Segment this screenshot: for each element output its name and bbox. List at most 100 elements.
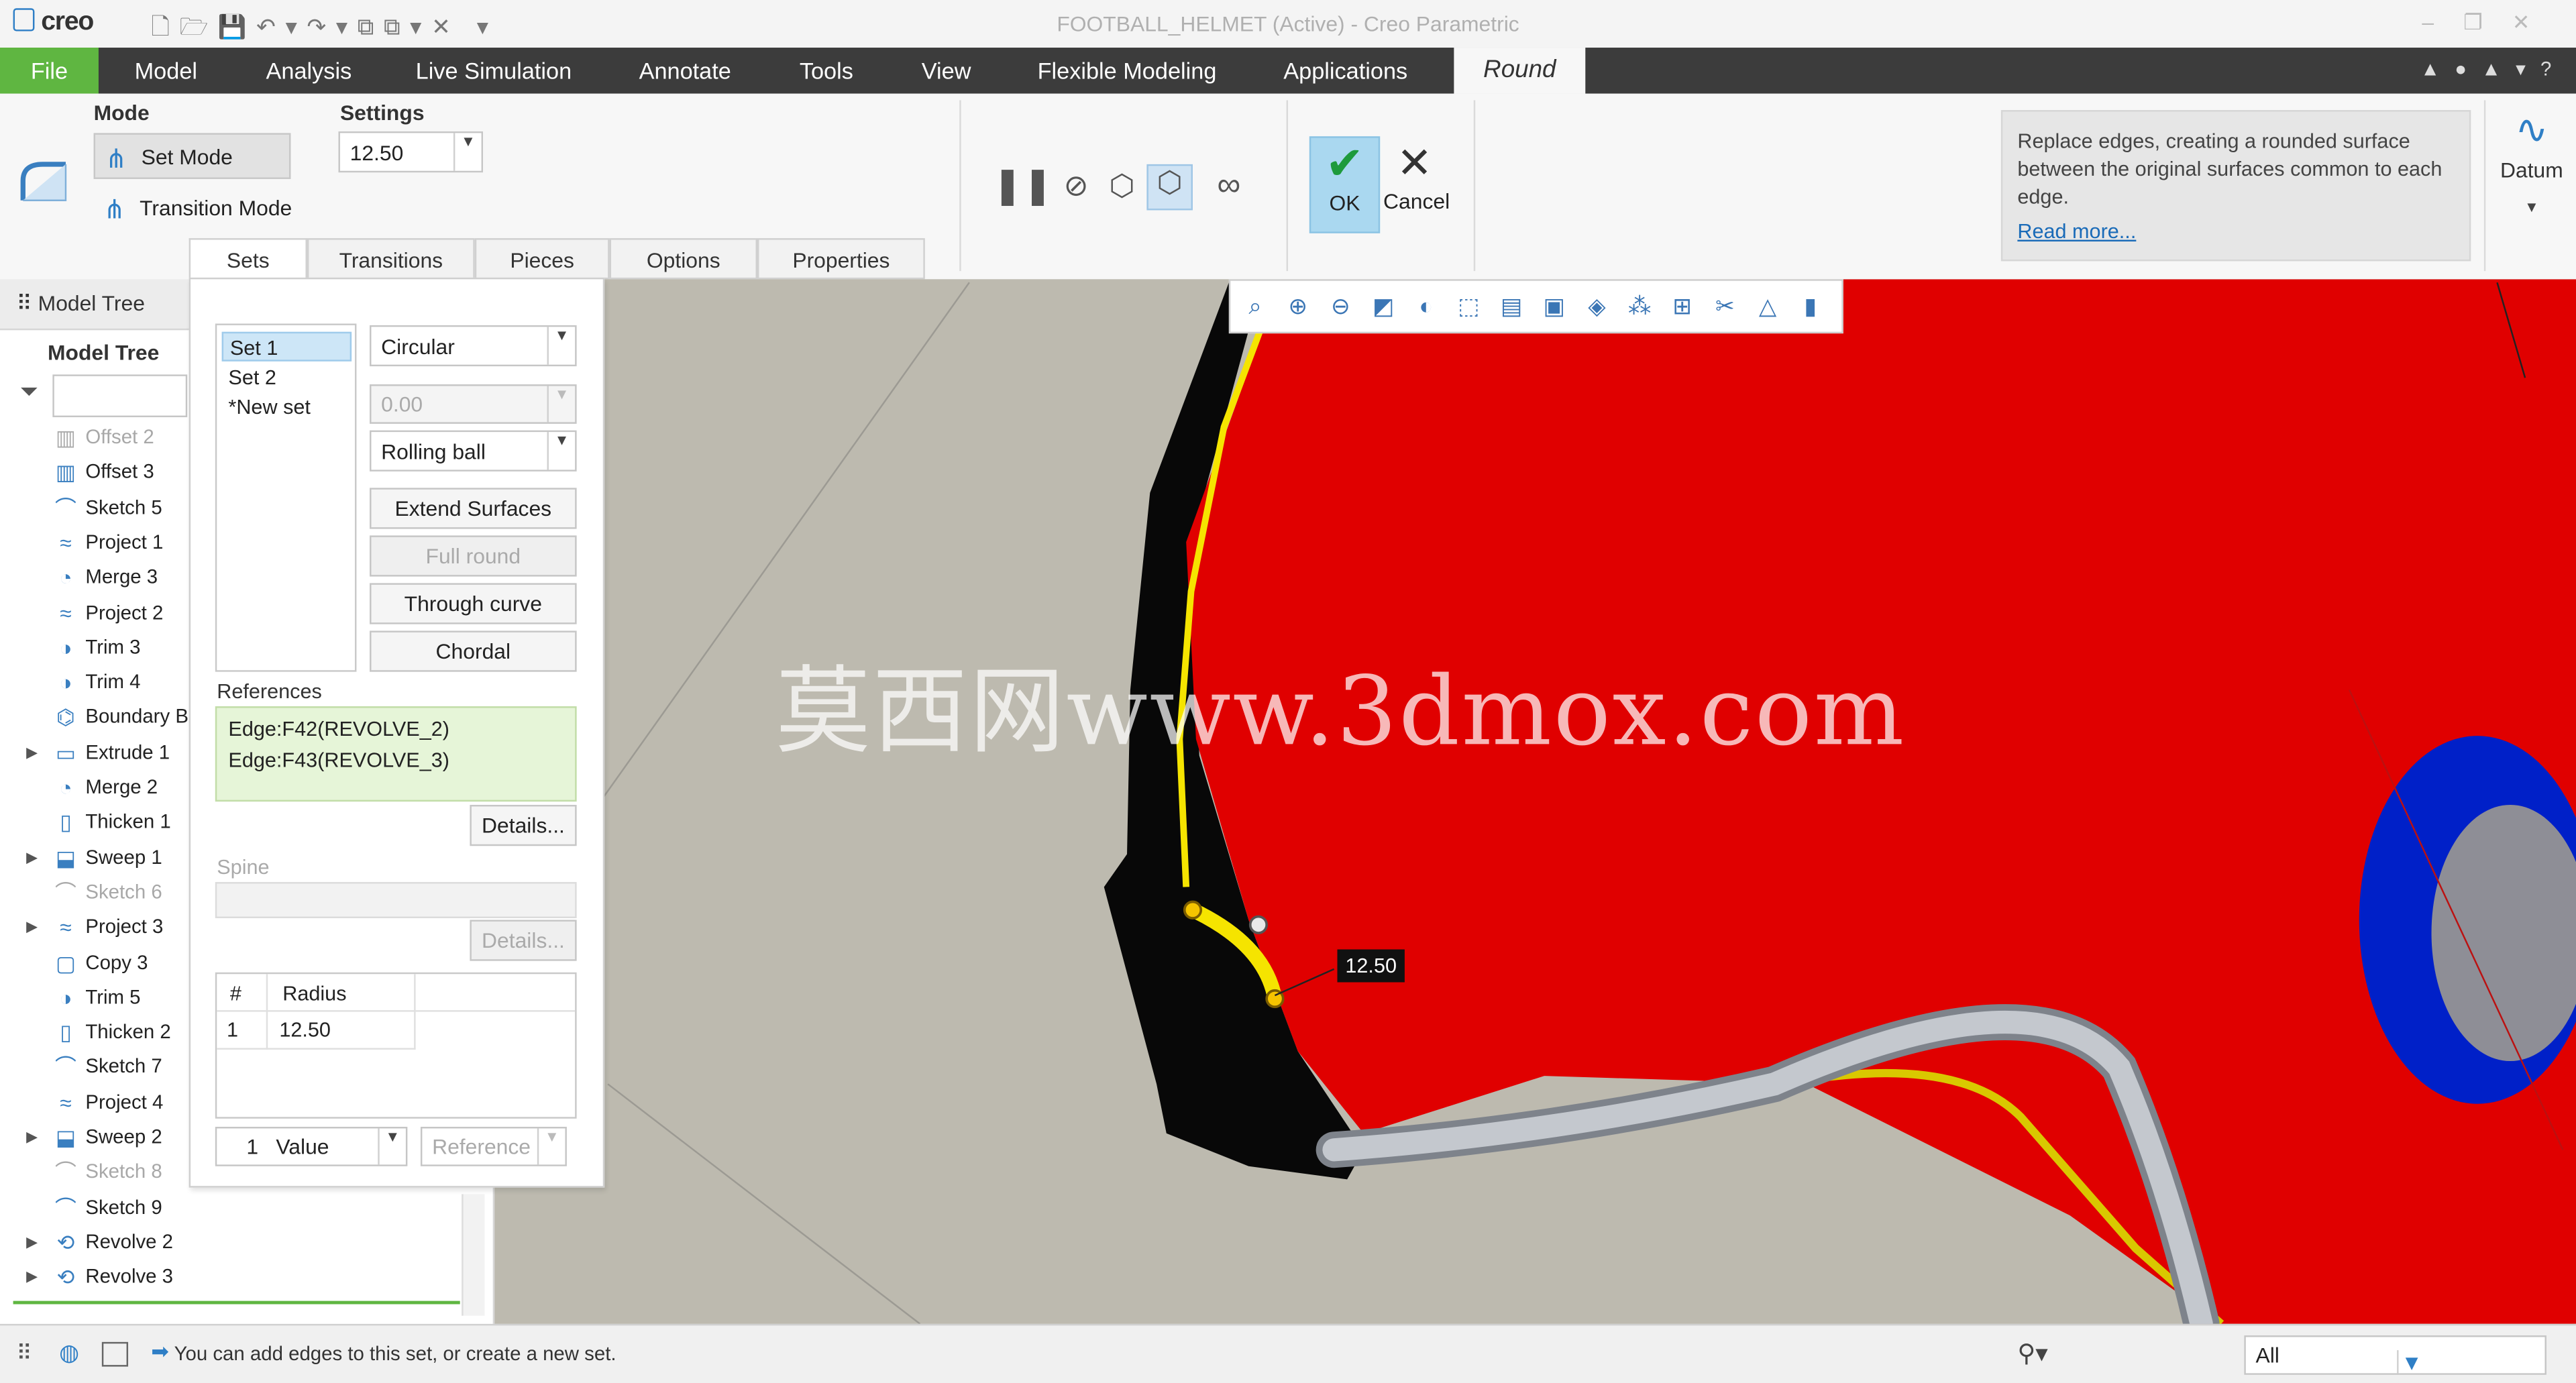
ok-button[interactable]: ✔ OK bbox=[1309, 136, 1381, 233]
annotation-display-icon[interactable]: ⊞ bbox=[1664, 292, 1701, 321]
window-controls[interactable]: –❐✕ bbox=[2422, 10, 2559, 36]
model-tree-tab-label: ⠿ Model Tree bbox=[16, 290, 145, 316]
chevron-down-icon[interactable]: ▼ bbox=[453, 133, 482, 171]
expand-arrow-icon[interactable]: ▶ bbox=[26, 1260, 38, 1294]
chevron-down-icon[interactable]: ▼ bbox=[2397, 1350, 2425, 1375]
tree-item-label: Trim 4 bbox=[85, 670, 141, 694]
subtab-options[interactable]: Options bbox=[609, 238, 757, 280]
radius-dimension-label[interactable]: 12.50 bbox=[1337, 949, 1405, 983]
repaint-icon[interactable]: ◩ bbox=[1365, 292, 1401, 321]
cross-section-shape-select[interactable]: Circular ▼ bbox=[370, 325, 577, 367]
set-list[interactable]: Set 1 Set 2 *New set bbox=[215, 323, 357, 672]
reference-select[interactable]: Reference ▼ bbox=[420, 1127, 567, 1166]
chevron-down-icon[interactable]: ▼ bbox=[537, 1128, 566, 1165]
table-cell-radius[interactable]: 12.50 bbox=[279, 1018, 331, 1041]
expand-arrow-icon[interactable]: ▶ bbox=[26, 910, 38, 944]
transition-mode-icon: ⋔ bbox=[103, 197, 126, 225]
full-round-button[interactable]: Full round bbox=[370, 535, 577, 577]
perspective-icon[interactable]: ▣ bbox=[1536, 292, 1572, 321]
insert-here-indicator bbox=[13, 1301, 460, 1305]
expand-arrow-icon[interactable]: ▶ bbox=[26, 1225, 38, 1260]
zoom-in-icon[interactable]: ⊕ bbox=[1280, 292, 1316, 321]
expand-arrow-icon[interactable]: ▶ bbox=[26, 735, 38, 769]
ribbon-utility-icons[interactable]: ▲●▲▾? bbox=[2420, 58, 2566, 80]
subtab-properties[interactable]: Properties bbox=[757, 238, 925, 280]
references-label: References bbox=[217, 679, 322, 704]
subtab-transitions[interactable]: Transitions bbox=[307, 238, 475, 280]
message-arrow-icon: ➡ bbox=[151, 1338, 170, 1364]
tab-tools[interactable]: Tools bbox=[772, 48, 881, 94]
zoom-out-icon[interactable]: ⊖ bbox=[1322, 292, 1358, 321]
cancel-label: Cancel bbox=[1383, 188, 1450, 214]
set-item-2[interactable]: Set 2 bbox=[222, 363, 352, 392]
browser-toggle-icon[interactable]: ◍ bbox=[59, 1339, 79, 1367]
tab-annotate[interactable]: Annotate bbox=[621, 48, 749, 94]
subtab-sets[interactable]: Sets bbox=[189, 238, 307, 280]
expand-arrow-icon[interactable]: ▶ bbox=[26, 840, 38, 875]
read-more-link[interactable]: Read more... bbox=[2017, 219, 2454, 247]
spine-collector[interactable] bbox=[215, 882, 577, 918]
radius-type-select[interactable]: 1 Value ▼ bbox=[215, 1127, 408, 1166]
references-collector[interactable]: Edge:F42(REVOLVE_2) Edge:F43(REVOLVE_3) bbox=[215, 706, 577, 802]
chevron-down-icon[interactable]: ▼ bbox=[547, 386, 576, 423]
chevron-down-icon[interactable]: ▼ bbox=[378, 1128, 406, 1165]
revolve-icon: ⟲ bbox=[56, 1265, 75, 1290]
tab-round[interactable]: Round bbox=[1454, 48, 1586, 94]
section-icon[interactable]: ◈ bbox=[1578, 292, 1615, 321]
references-details-button[interactable]: Details... bbox=[470, 805, 577, 846]
reference-item[interactable]: Edge:F43(REVOLVE_3) bbox=[228, 746, 564, 777]
set-item-new[interactable]: *New set bbox=[222, 392, 352, 422]
refit-icon[interactable]: ⌕ bbox=[1237, 292, 1273, 321]
graphics-viewport[interactable] bbox=[492, 279, 2576, 1324]
verify-glasses-icon[interactable]: ∞ bbox=[1203, 168, 1255, 205]
set-item-1[interactable]: Set 1 bbox=[221, 331, 352, 362]
column-header-number: # bbox=[229, 982, 241, 1005]
appearance-icon[interactable]: △ bbox=[1750, 292, 1786, 321]
display-style-icon[interactable]: ◐ bbox=[1408, 292, 1444, 319]
tab-view[interactable]: View bbox=[900, 48, 992, 94]
pause-icon[interactable]: ❚❚ bbox=[992, 164, 1053, 207]
fullscreen-icon[interactable] bbox=[101, 1341, 129, 1367]
tab-live-simulation[interactable]: Live Simulation bbox=[391, 48, 596, 94]
attached-preview-icon[interactable]: ⬡ bbox=[1101, 169, 1144, 203]
chevron-down-icon[interactable]: ▼ bbox=[547, 432, 576, 470]
subtab-pieces[interactable]: Pieces bbox=[474, 238, 610, 280]
view-manager-icon[interactable]: ▤ bbox=[1493, 292, 1529, 321]
shape-parameter-select[interactable]: 0.00 ▼ bbox=[370, 384, 577, 424]
through-curve-button[interactable]: Through curve bbox=[370, 583, 577, 624]
tab-model[interactable]: Model bbox=[102, 48, 230, 94]
no-preview-icon[interactable]: ⊘ bbox=[1058, 169, 1094, 203]
transition-mode-button[interactable]: ⋔ Transition Mode bbox=[94, 186, 324, 232]
datum-button[interactable]: ∿ Datum ▼ bbox=[2494, 105, 2570, 215]
tab-file[interactable]: File bbox=[0, 48, 99, 94]
chevron-down-icon[interactable]: ▼ bbox=[547, 327, 576, 365]
radius-combo[interactable]: 12.50 ▼ bbox=[338, 131, 484, 173]
tab-applications[interactable]: Applications bbox=[1262, 48, 1430, 94]
tree-toggle-icon[interactable]: ⠿ bbox=[16, 1340, 32, 1366]
sketch-icon: ⌒ bbox=[55, 1195, 76, 1220]
filter-icon[interactable]: ⏷ bbox=[19, 378, 38, 406]
tree-item-label: Trim 3 bbox=[85, 635, 141, 659]
helmet-model[interactable] bbox=[492, 279, 2576, 1324]
snapshot-icon[interactable]: ▮ bbox=[1792, 292, 1829, 321]
tree-search-input[interactable] bbox=[52, 374, 188, 418]
creation-method-select[interactable]: Rolling ball ▼ bbox=[370, 430, 577, 472]
expand-arrow-icon[interactable]: ▶ bbox=[26, 1120, 38, 1154]
reference-item[interactable]: Edge:F42(REVOLVE_2) bbox=[228, 714, 564, 746]
spine-details-button[interactable]: Details... bbox=[470, 920, 577, 961]
chordal-button[interactable]: Chordal bbox=[370, 630, 577, 672]
tree-scrollbar[interactable] bbox=[462, 1194, 485, 1316]
detached-preview-icon[interactable]: ⬡ bbox=[1146, 164, 1193, 211]
checkmark-icon: ✔ bbox=[1325, 137, 1364, 189]
find-binoculars-icon[interactable]: ⚲▾ bbox=[2017, 1339, 2047, 1368]
chevron-down-icon[interactable]: ▼ bbox=[2494, 199, 2570, 215]
set-mode-button[interactable]: ⋔ Set Mode bbox=[93, 133, 291, 179]
extend-surfaces-button[interactable]: Extend Surfaces bbox=[370, 488, 577, 529]
saved-orientations-icon[interactable]: ⬚ bbox=[1450, 292, 1487, 321]
tab-analysis[interactable]: Analysis bbox=[243, 48, 374, 94]
spin-center-icon[interactable]: ✂ bbox=[1707, 292, 1743, 321]
datum-display-icon[interactable]: ⁂ bbox=[1621, 292, 1658, 321]
selection-filter-select[interactable]: All ▼ bbox=[2244, 1335, 2546, 1375]
cancel-button[interactable]: ✕ Cancel bbox=[1383, 136, 1450, 233]
tab-flexible-modeling[interactable]: Flexible Modeling bbox=[1018, 48, 1235, 94]
